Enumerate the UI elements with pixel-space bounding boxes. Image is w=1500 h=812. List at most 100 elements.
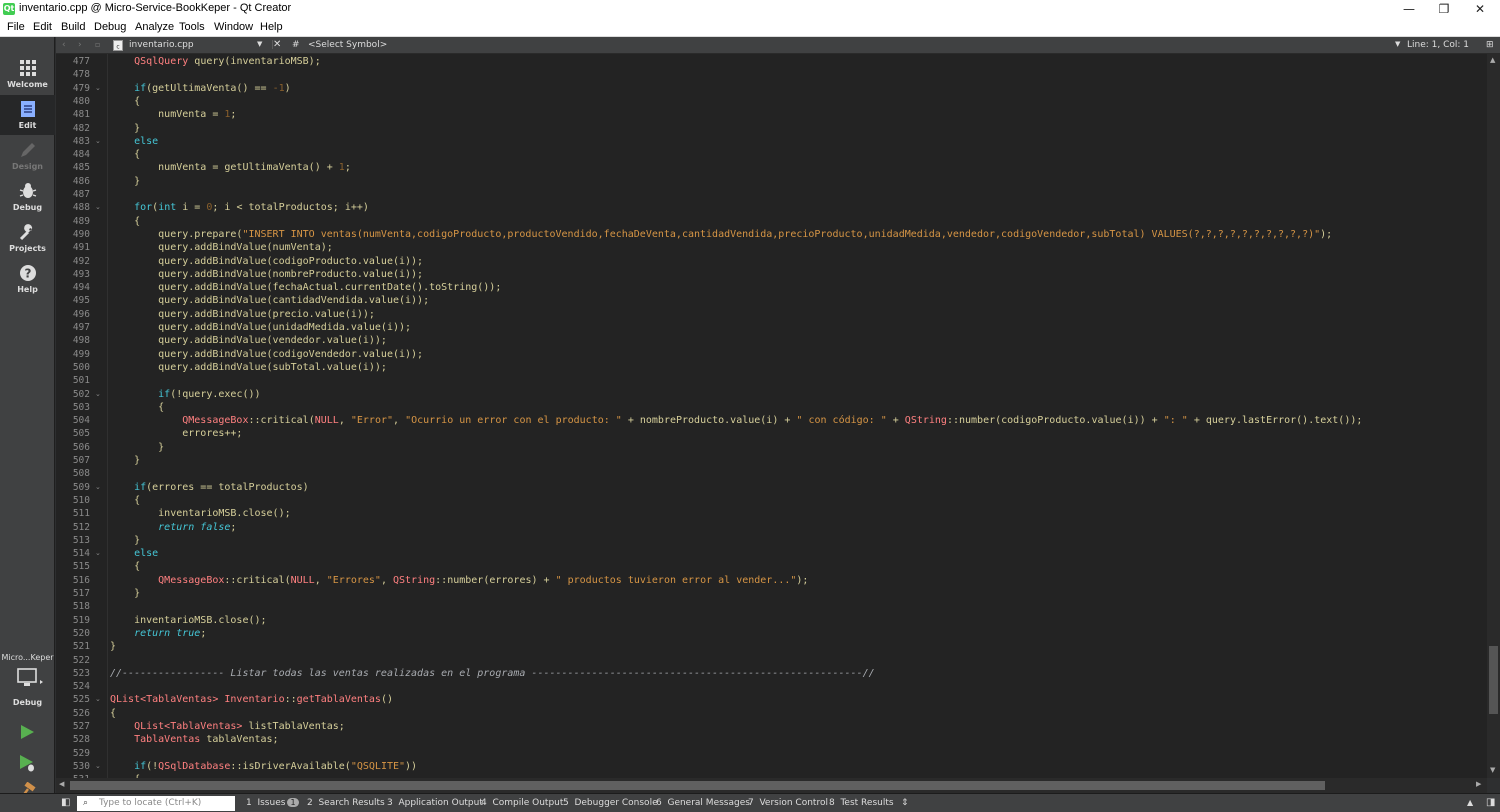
code-line[interactable]: //----------------- Listar todas las ven… [110,667,875,680]
code-line[interactable]: for(int i = 0; i < totalProductos; i++) [110,201,369,214]
pane-test-results[interactable]: 8 Test Results [829,798,894,808]
menu-tools[interactable]: Tools [179,21,205,33]
code-line[interactable]: } [110,640,116,653]
symbol-selector[interactable]: <Select Symbol> [308,40,387,50]
vertical-scrollbar[interactable]: ▲ ▼ [1487,54,1500,778]
code-line[interactable]: if(errores == totalProductos) [110,481,309,494]
horizontal-scrollbar[interactable]: ◀ ▶ [56,778,1487,793]
pane-debugger-console[interactable]: 5 Debugger Console [563,798,658,808]
code-line[interactable]: TablaVentas tablaVentas; [110,733,279,746]
menu-debug[interactable]: Debug [94,21,126,33]
code-line[interactable]: query.addBindValue(nombreProducto.value(… [110,268,423,281]
fold-marker-icon[interactable]: ⌄ [95,547,101,560]
cursor-position[interactable]: Line: 1, Col: 1 [1407,40,1469,50]
code-line[interactable]: if(!QSqlDatabase::isDriverAvailable("QSQ… [110,760,417,773]
scroll-left-icon[interactable]: ◀ [59,780,64,788]
nav-back-icon[interactable]: ‹ [62,40,66,50]
code-line[interactable]: else [110,547,158,560]
mode-projects[interactable]: Projects [0,218,55,258]
menu-help[interactable]: Help [260,21,283,33]
kit-selector-monitor-icon[interactable] [17,668,43,690]
scroll-down-icon[interactable]: ▼ [1490,766,1495,774]
code-line[interactable]: inventarioMSB.close(); [110,507,290,520]
horizontal-scroll-thumb[interactable] [70,781,1325,790]
run-icon[interactable] [18,723,36,741]
code-line[interactable]: if(!query.exec()) [110,388,260,401]
pane-general-messages[interactable]: 6 General Messages [656,798,750,808]
menu-analyze[interactable]: Analyze [135,21,174,33]
menu-file[interactable]: File [7,21,25,33]
restore-button[interactable]: ❐ [1427,0,1461,18]
pane-version-control[interactable]: 7 Version Control [748,798,828,808]
code-line[interactable]: { [110,215,140,228]
code-line[interactable]: query.addBindValue(numVenta); [110,241,333,254]
fold-marker-icon[interactable]: ⌄ [95,201,101,214]
code-line[interactable]: return true; [110,627,206,640]
code-line[interactable]: else [110,135,158,148]
code-line[interactable]: { [110,401,164,414]
code-line[interactable]: errores++; [110,427,242,440]
code-line[interactable]: } [110,454,140,467]
code-line[interactable]: { [110,560,140,573]
code-line[interactable]: query.addBindValue(subTotal.value(i)); [110,361,387,374]
fold-marker-icon[interactable]: ⌄ [95,82,101,95]
mode-welcome[interactable]: Welcome [0,54,55,94]
symbol-dropdown-chevron-icon[interactable]: ▼ [1395,40,1400,48]
code-line[interactable]: numVenta = getUltimaVenta() + 1; [110,161,351,174]
close-button[interactable]: ✕ [1463,0,1497,18]
mode-help[interactable]: ? Help [0,259,55,299]
code-line[interactable]: } [110,587,140,600]
code-line[interactable]: query.addBindValue(codigoProducto.value(… [110,255,423,268]
code-line[interactable]: { [110,707,116,720]
code-line[interactable]: query.prepare("INSERT INTO ventas(numVen… [110,228,1332,241]
code-line[interactable]: query.addBindValue(codigoVendedor.value(… [110,348,423,361]
progress-toggle-icon[interactable]: ▲ [1467,798,1473,807]
code-line[interactable]: QMessageBox::critical(NULL, "Errores", Q… [110,574,808,587]
minimize-button[interactable]: — [1392,0,1426,18]
nav-forward-icon[interactable]: › [78,40,82,50]
code-text-area[interactable]: QSqlQuery query(inventarioMSB); if(getUl… [110,54,1487,778]
debug-run-icon[interactable] [17,753,37,773]
code-line[interactable]: } [110,534,140,547]
open-document-name[interactable]: inventario.cpp [129,40,194,50]
scroll-up-icon[interactable]: ▲ [1490,56,1495,64]
code-line[interactable]: inventarioMSB.close(); [110,614,266,627]
locator-input[interactable]: ⌕ Type to locate (Ctrl+K) [77,796,235,811]
fold-marker-icon[interactable]: ⌄ [95,481,101,494]
code-line[interactable]: return false; [110,521,236,534]
fold-marker-icon[interactable]: ⌄ [95,135,101,148]
pane-switcher-icon[interactable]: ⇕ [901,798,909,808]
code-line[interactable]: QSqlQuery query(inventarioMSB); [110,55,321,68]
pane-compile-output[interactable]: 4 Compile Output [481,798,563,808]
split-editor-icon[interactable]: ⊞ [1486,40,1494,50]
code-line[interactable]: QList<TablaVentas> Inventario::getTablaV… [110,693,393,706]
code-line[interactable]: } [110,441,164,454]
code-line[interactable]: numVenta = 1; [110,108,236,121]
toggle-right-sidebar-icon[interactable]: ◨ [1486,797,1495,808]
mode-edit[interactable]: Edit [0,95,55,135]
fold-marker-icon[interactable]: ⌄ [95,388,101,401]
scroll-right-icon[interactable]: ▶ [1476,780,1481,788]
code-line[interactable]: query.addBindValue(fechaActual.currentDa… [110,281,501,294]
code-line[interactable]: if(getUltimaVenta() == -1) [110,82,291,95]
code-line[interactable]: } [110,175,140,188]
code-line[interactable]: { [110,494,140,507]
fold-marker-icon[interactable]: ⌄ [95,693,101,706]
code-line[interactable]: QMessageBox::critical(NULL, "Error", "Oc… [110,414,1362,427]
code-line[interactable]: query.addBindValue(precio.value(i)); [110,308,375,321]
toggle-sidebar-icon[interactable]: ◧ [61,797,70,808]
menu-window[interactable]: Window [214,21,253,33]
menu-build[interactable]: Build [61,21,85,33]
code-line[interactable]: { [110,148,140,161]
menu-edit[interactable]: Edit [33,21,52,33]
code-line[interactable]: } [110,122,140,135]
mode-debug[interactable]: Debug [0,177,55,217]
close-document-icon[interactable]: ✕ [273,39,281,50]
pane-search-results[interactable]: 2 Search Results [307,798,385,808]
code-line[interactable]: query.addBindValue(cantidadVendida.value… [110,294,429,307]
code-line[interactable]: query.addBindValue(vendedor.value(i)); [110,334,387,347]
document-dropdown-chevron-icon[interactable]: ▼ [257,40,262,48]
mode-design[interactable]: Design [0,136,55,176]
fold-marker-icon[interactable]: ⌄ [95,760,101,773]
code-line[interactable]: query.addBindValue(unidadMedida.value(i)… [110,321,411,334]
